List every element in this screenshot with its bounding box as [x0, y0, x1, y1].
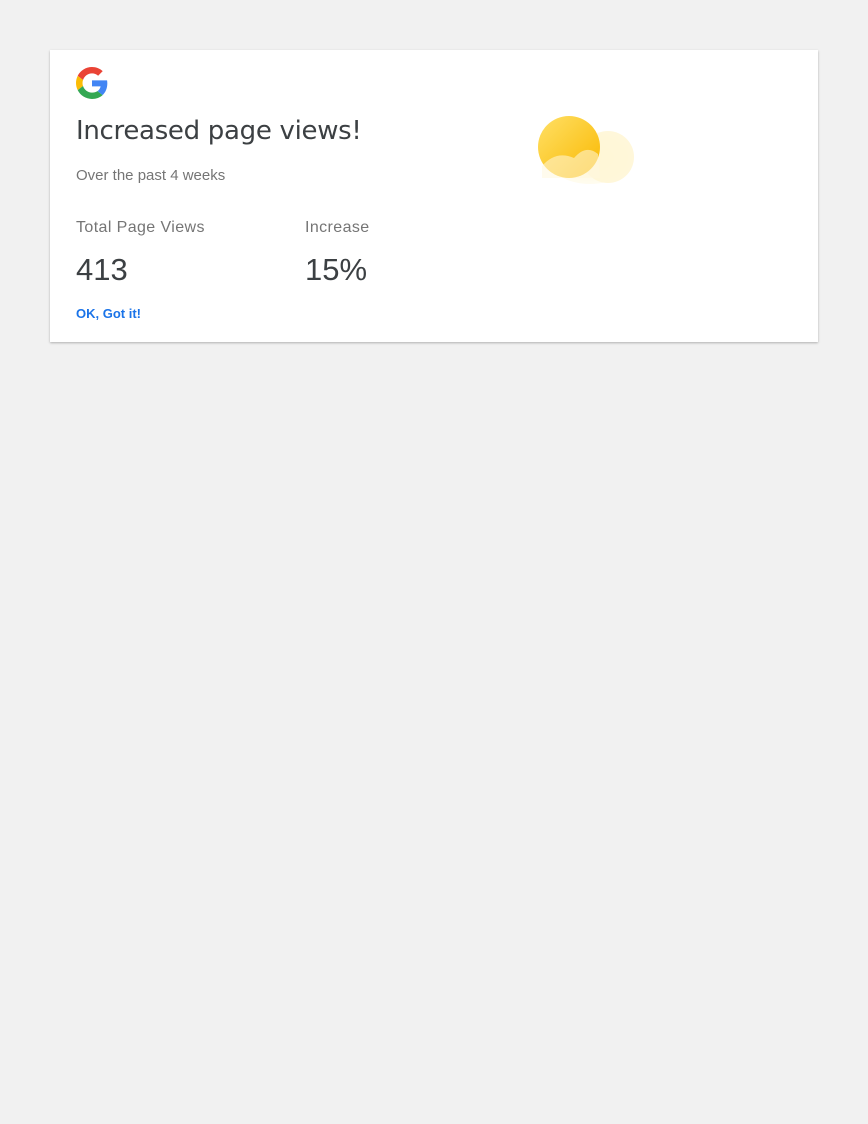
sun-cloud-icon [528, 114, 638, 188]
stat-value: 413 [76, 252, 128, 287]
stat-increase: Increase 15% [305, 218, 370, 287]
card-title: Increased page views! [76, 116, 362, 146]
stat-total-page-views: Total Page Views 413 [76, 218, 205, 287]
google-logo-icon [76, 67, 108, 99]
card-subtitle: Over the past 4 weeks [76, 167, 226, 184]
insight-card: Increased page views! Over the past 4 we… [50, 50, 818, 342]
stat-label: Total Page Views [76, 219, 205, 236]
stat-value: 15% [305, 252, 368, 287]
stat-label: Increase [305, 219, 370, 236]
ok-got-it-button[interactable]: OK, Got it! [76, 305, 141, 323]
